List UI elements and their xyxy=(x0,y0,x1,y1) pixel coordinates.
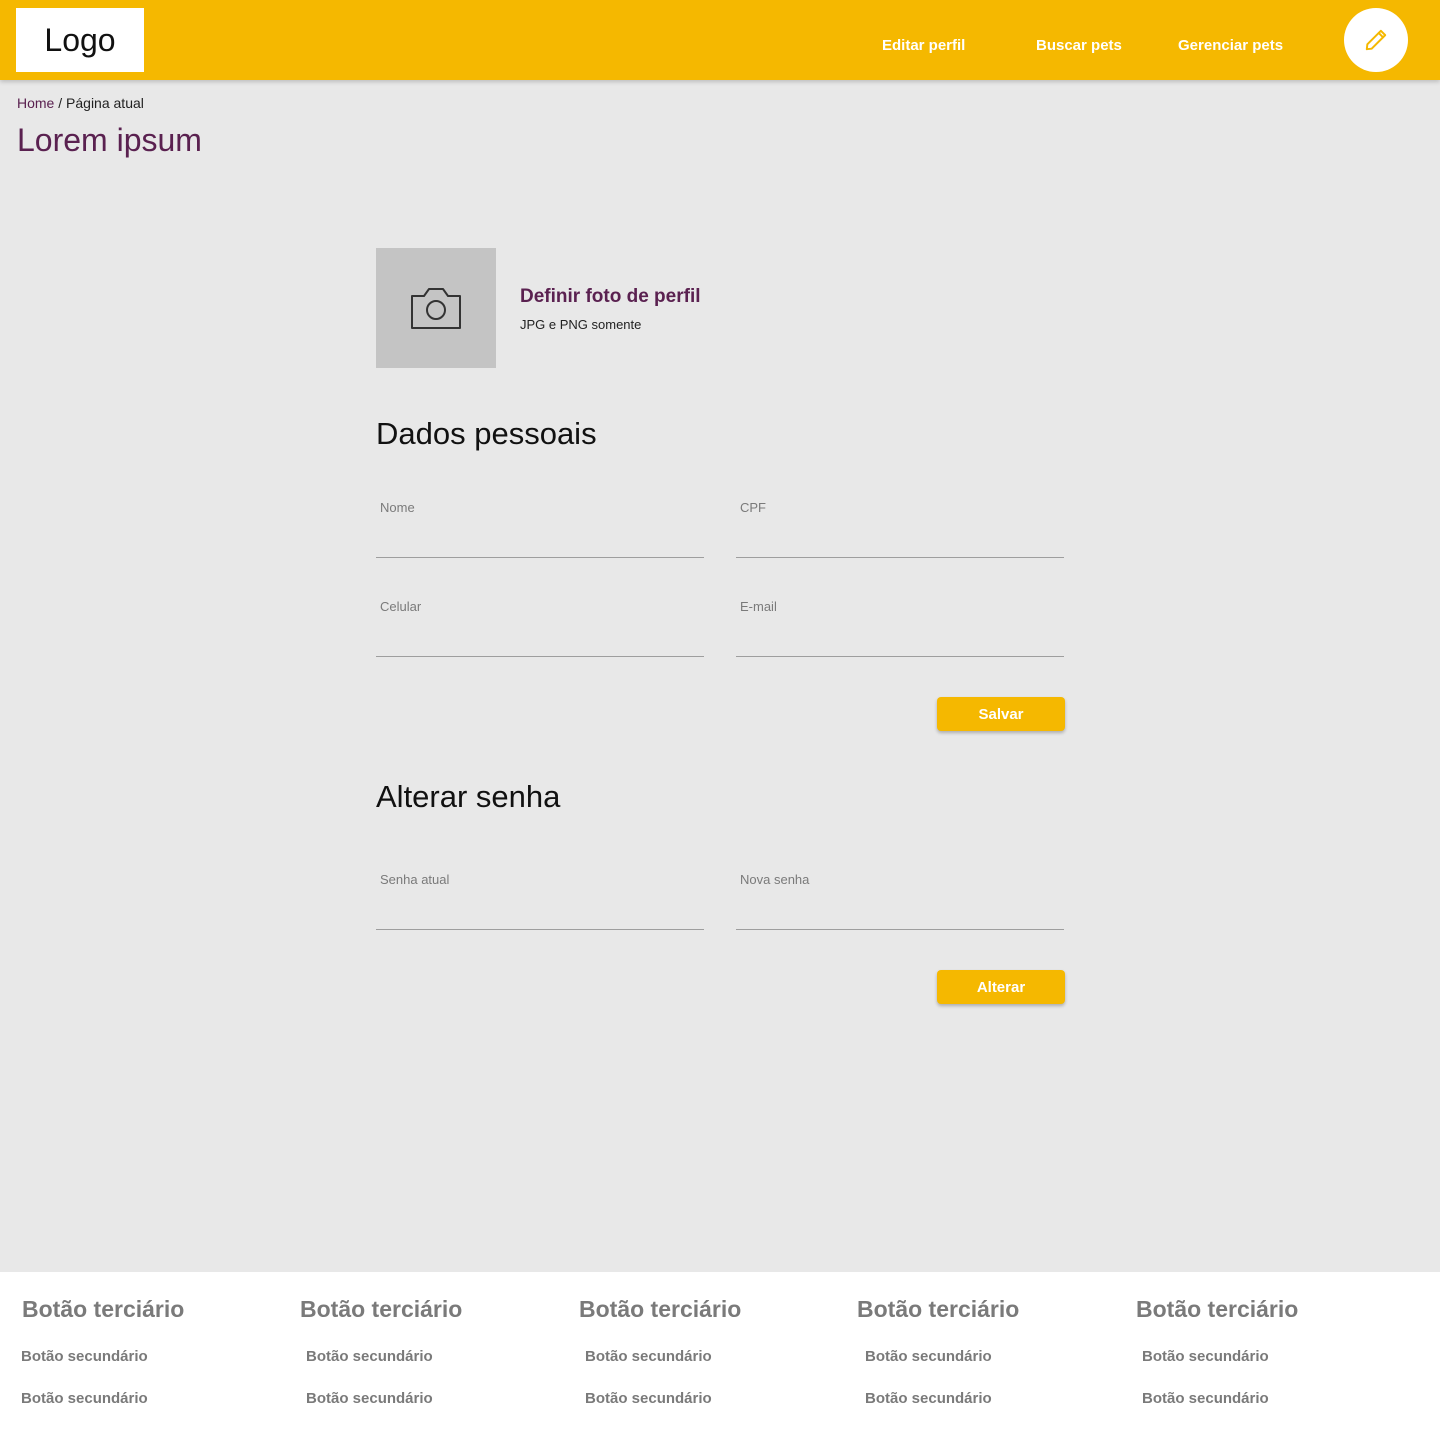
logo[interactable]: Logo xyxy=(16,8,144,72)
footer-secondary-button[interactable]: Botão secundário xyxy=(21,1390,148,1407)
page-title: Lorem ipsum xyxy=(17,122,202,158)
breadcrumb-home-link[interactable]: Home xyxy=(17,95,54,111)
profile-photo-upload[interactable] xyxy=(376,248,496,368)
breadcrumb-current: Página atual xyxy=(66,95,144,111)
footer-secondary-button[interactable]: Botão secundário xyxy=(585,1390,712,1407)
email-field-label: E-mail xyxy=(740,599,777,614)
new-password-label: Nova senha xyxy=(740,872,810,887)
personal-data-heading: Dados pessoais xyxy=(376,416,597,451)
footer: Botão terciário Botão secundário Botão s… xyxy=(0,1272,1440,1440)
footer-tertiary-button[interactable]: Botão terciário xyxy=(300,1296,462,1323)
footer-tertiary-button[interactable]: Botão terciário xyxy=(857,1296,1019,1323)
change-password-button[interactable]: Alterar xyxy=(937,970,1065,1004)
name-field-label: Nome xyxy=(380,500,415,515)
current-password-field[interactable]: Senha atual xyxy=(376,872,704,930)
change-password-heading: Alterar senha xyxy=(376,779,561,814)
footer-secondary-button[interactable]: Botão secundário xyxy=(1142,1390,1269,1407)
nav-search-pets[interactable]: Buscar pets xyxy=(1036,37,1122,54)
set-profile-photo-link[interactable]: Definir foto de perfil xyxy=(520,286,701,308)
phone-field-label: Celular xyxy=(380,599,422,614)
footer-secondary-button[interactable]: Botão secundário xyxy=(865,1348,992,1365)
footer-tertiary-button[interactable]: Botão terciário xyxy=(579,1296,741,1323)
cpf-field-label: CPF xyxy=(740,500,766,515)
edit-button[interactable] xyxy=(1344,8,1408,72)
footer-tertiary-button[interactable]: Botão terciário xyxy=(22,1296,184,1323)
footer-secondary-button[interactable]: Botão secundário xyxy=(21,1348,148,1365)
footer-tertiary-button[interactable]: Botão terciário xyxy=(1136,1296,1298,1323)
footer-secondary-button[interactable]: Botão secundário xyxy=(1142,1348,1269,1365)
email-field[interactable]: E-mail xyxy=(736,599,1064,657)
photo-format-hint: JPG e PNG somente xyxy=(520,317,642,332)
cpf-field[interactable]: CPF xyxy=(736,500,1064,558)
name-field[interactable]: Nome xyxy=(376,500,704,558)
camera-icon xyxy=(411,288,461,329)
footer-secondary-button[interactable]: Botão secundário xyxy=(306,1348,433,1365)
footer-secondary-button[interactable]: Botão secundário xyxy=(865,1390,992,1407)
pencil-icon xyxy=(1365,29,1387,51)
current-password-label: Senha atual xyxy=(380,872,450,887)
phone-field[interactable]: Celular xyxy=(376,599,704,657)
nav-edit-profile[interactable]: Editar perfil xyxy=(882,37,965,54)
save-button[interactable]: Salvar xyxy=(937,697,1065,731)
breadcrumb-separator: / xyxy=(54,95,67,111)
footer-secondary-button[interactable]: Botão secundário xyxy=(306,1390,433,1407)
nav-manage-pets[interactable]: Gerenciar pets xyxy=(1178,37,1283,54)
new-password-field[interactable]: Nova senha xyxy=(736,872,1064,930)
footer-secondary-button[interactable]: Botão secundário xyxy=(585,1348,712,1365)
breadcrumb: Home / Página atual xyxy=(17,95,144,111)
top-navbar: Logo Editar perfil Buscar pets Gerenciar… xyxy=(0,0,1440,80)
